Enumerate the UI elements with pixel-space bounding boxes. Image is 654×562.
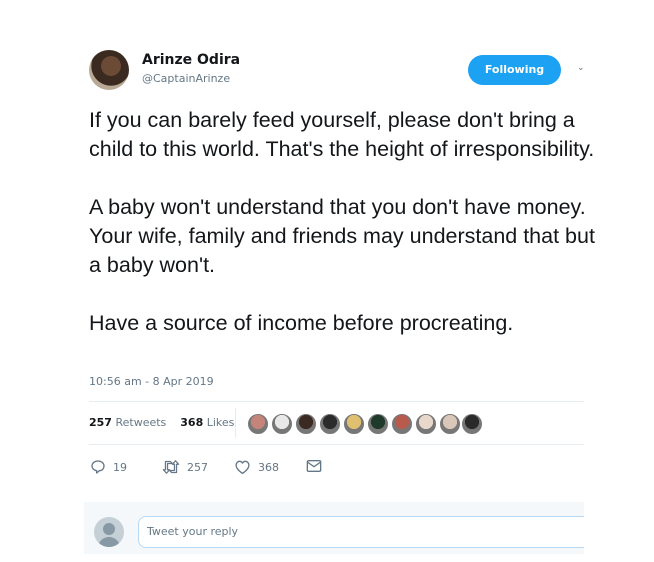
tweet-card: Arinze Odira @CaptainArinze Following ⌄ … bbox=[0, 0, 654, 562]
liker-avatar[interactable] bbox=[439, 413, 461, 435]
retweet-count: 257 bbox=[187, 460, 208, 474]
reply-icon bbox=[91, 460, 105, 474]
user-display-name[interactable]: Arinze Odira bbox=[142, 52, 240, 68]
reply-action[interactable]: 19 bbox=[90, 459, 127, 475]
liker-avatar[interactable] bbox=[319, 413, 341, 435]
retweets-label: Retweets bbox=[115, 416, 167, 429]
tweet-paragraph: A baby won't understand that you don't h… bbox=[89, 195, 595, 277]
liker-avatar[interactable] bbox=[295, 413, 317, 435]
liker-avatar[interactable] bbox=[415, 413, 437, 435]
following-button[interactable]: Following bbox=[468, 55, 561, 85]
heart-icon bbox=[235, 460, 250, 475]
current-user-avatar bbox=[94, 517, 124, 547]
user-handle[interactable]: @CaptainArinze bbox=[142, 72, 230, 85]
user-avatar[interactable] bbox=[89, 50, 129, 90]
tweet-paragraph: Have a source of income before procreati… bbox=[89, 311, 514, 335]
retweet-icon bbox=[162, 460, 180, 474]
liker-avatar[interactable] bbox=[271, 413, 293, 435]
envelope-icon bbox=[306, 460, 322, 472]
tweet-timestamp[interactable]: 10:56 am - 8 Apr 2019 bbox=[89, 375, 214, 388]
retweets-count: 257 bbox=[89, 416, 112, 429]
tweet-paragraph: If you can barely feed yourself, please … bbox=[89, 108, 595, 161]
liker-avatar[interactable] bbox=[391, 413, 413, 435]
likes-label: Likes bbox=[206, 416, 235, 429]
likes-stat[interactable]: 368 Likes bbox=[180, 416, 234, 429]
divider bbox=[89, 401, 584, 402]
divider bbox=[235, 408, 236, 438]
liker-avatar[interactable] bbox=[461, 413, 483, 435]
tweet-text: If you can barely feed yourself, please … bbox=[89, 106, 609, 338]
like-action[interactable]: 368 bbox=[234, 459, 279, 475]
tweet-stats: 257 Retweets 368 Likes bbox=[89, 416, 234, 429]
divider bbox=[89, 444, 584, 445]
direct-message-action[interactable] bbox=[306, 459, 322, 473]
likes-count: 368 bbox=[180, 416, 204, 429]
reply-count: 19 bbox=[113, 460, 127, 474]
retweet-action[interactable]: 257 bbox=[162, 459, 208, 475]
reply-input[interactable]: Tweet your reply bbox=[138, 516, 584, 548]
retweets-stat[interactable]: 257 Retweets bbox=[89, 416, 166, 429]
chevron-down-icon[interactable]: ⌄ bbox=[577, 63, 585, 73]
liker-avatar[interactable] bbox=[367, 413, 389, 435]
liker-avatar[interactable] bbox=[343, 413, 365, 435]
like-count: 368 bbox=[258, 460, 279, 474]
liker-avatar[interactable] bbox=[247, 413, 269, 435]
